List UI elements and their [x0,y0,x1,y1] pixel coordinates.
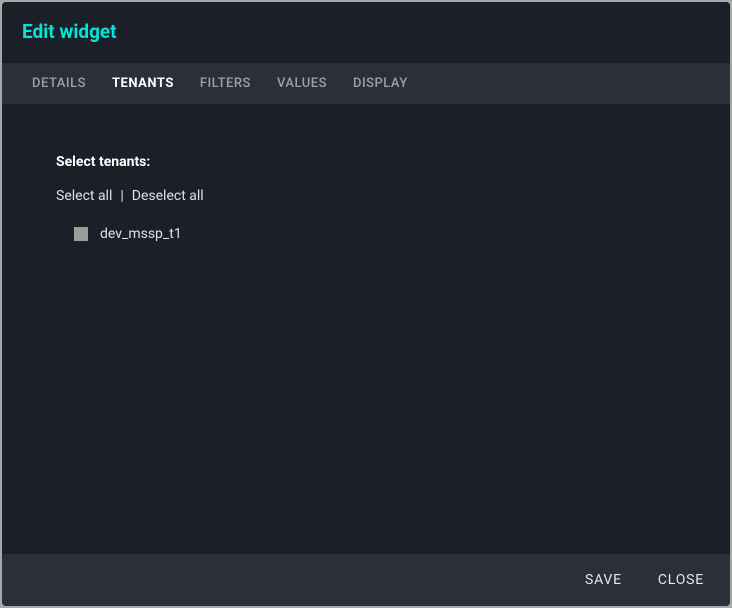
tab-bar: DETAILS TENANTS FILTERS VALUES DISPLAY [2,63,730,104]
edit-widget-modal: Edit widget DETAILS TENANTS FILTERS VALU… [2,2,730,606]
tenant-item: dev_mssp_t1 [74,226,690,242]
select-tenants-label: Select tenants: [56,154,690,170]
tab-tenants[interactable]: TENANTS [112,64,174,103]
tab-filters[interactable]: FILTERS [200,64,251,103]
tenant-checkbox[interactable] [74,227,88,241]
modal-body: Select tenants: Select all | Deselect al… [2,104,730,554]
modal-title: Edit widget [22,20,710,43]
deselect-all-link[interactable]: Deselect all [132,188,204,204]
save-button[interactable]: SAVE [585,572,622,588]
tab-details[interactable]: DETAILS [32,64,86,103]
tab-display[interactable]: DISPLAY [353,64,408,103]
tenant-list: dev_mssp_t1 [56,226,690,242]
close-button[interactable]: CLOSE [658,572,704,588]
tab-values[interactable]: VALUES [277,64,327,103]
action-separator: | [120,188,123,204]
select-all-link[interactable]: Select all [56,188,112,204]
modal-header: Edit widget [2,2,730,63]
modal-footer: SAVE CLOSE [2,554,730,606]
select-actions: Select all | Deselect all [56,188,690,204]
tenant-name: dev_mssp_t1 [100,226,182,242]
